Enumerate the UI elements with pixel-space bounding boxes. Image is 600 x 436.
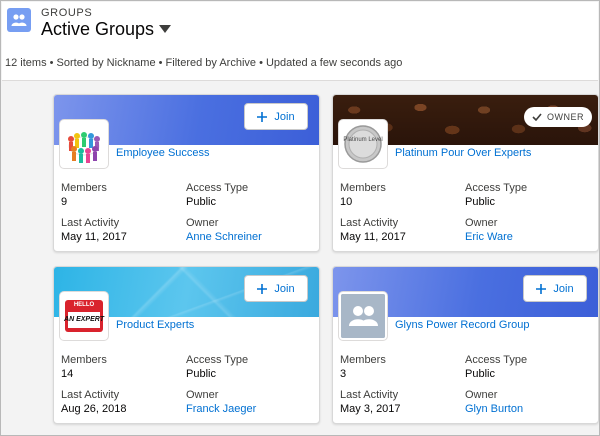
last-activity-label: Last Activity (61, 217, 120, 229)
add-icon (257, 111, 268, 122)
last-activity-value: Aug 26, 2018 (61, 403, 127, 415)
owner-label: Owner (186, 389, 219, 401)
group-name-link[interactable]: Platinum Pour Over Experts (395, 147, 531, 159)
owner-badge-label: OWNER (547, 112, 584, 122)
members-label: Members (61, 182, 107, 194)
group-card: OWNER Platinum Level Platinum Pour Over … (332, 94, 599, 252)
caret-down-icon (159, 25, 171, 33)
owner-link[interactable]: Franck Jaeger (186, 403, 256, 415)
group-avatar[interactable]: Platinum Level (339, 120, 387, 168)
group-name-link[interactable]: Glyns Power Record Group (395, 319, 530, 331)
list-view-switcher[interactable] (158, 22, 172, 36)
group-avatar[interactable]: HELLO AN EXPERT (60, 292, 108, 340)
access-type-label: Access Type (465, 354, 528, 366)
join-label: Join (553, 282, 574, 295)
join-button[interactable]: Join (523, 275, 587, 302)
list-view-title: Active Groups (41, 19, 155, 39)
members-value: 9 (61, 196, 68, 208)
group-card: Join Glyns Power Record Group Members 3 … (332, 266, 599, 424)
object-label: GROUPS (41, 7, 93, 19)
members-label: Members (340, 182, 386, 194)
members-value: 3 (340, 368, 347, 380)
owner-link[interactable]: Eric Ware (465, 231, 513, 243)
members-value: 10 (340, 196, 353, 208)
join-button[interactable]: Join (244, 103, 308, 130)
last-activity-value: May 11, 2017 (340, 231, 406, 243)
access-type-value: Public (465, 368, 495, 380)
owner-label: Owner (186, 217, 219, 229)
last-activity-label: Last Activity (340, 217, 399, 229)
last-activity-label: Last Activity (340, 389, 399, 401)
last-activity-label: Last Activity (61, 389, 120, 401)
access-type-value: Public (465, 196, 495, 208)
members-value: 14 (61, 368, 74, 380)
join-label: Join (274, 110, 295, 123)
access-type-label: Access Type (465, 182, 528, 194)
owner-label: Owner (465, 389, 498, 401)
group-card: Join HELLO AN EXPERT Product Experts Mem… (53, 266, 320, 424)
members-label: Members (340, 354, 386, 366)
last-activity-value: May 11, 2017 (61, 231, 127, 243)
check-icon (532, 113, 542, 121)
members-label: Members (61, 354, 107, 366)
owner-link[interactable]: Anne Schreiner (186, 231, 262, 243)
group-name-link[interactable]: Product Experts (116, 319, 194, 331)
owner-label: Owner (465, 217, 498, 229)
owner-link[interactable]: Glyn Burton (465, 403, 523, 415)
app-frame: GROUPS Active Groups 12 items • Sorted b… (0, 0, 600, 436)
hello-text: HELLO (73, 302, 95, 308)
last-activity-value: May 3, 2017 (340, 403, 401, 415)
groups-icon (7, 8, 31, 32)
platinum-level-medal-image (341, 122, 385, 166)
add-icon (257, 283, 268, 294)
owner-badge: OWNER (524, 107, 592, 127)
access-type-label: Access Type (186, 354, 249, 366)
people-circle-image (62, 122, 106, 166)
group-people-icon (341, 294, 385, 338)
group-avatar[interactable] (339, 292, 387, 340)
name-tag-text: AN EXPERT (64, 316, 104, 323)
group-name-link[interactable]: Employee Success (116, 147, 210, 159)
group-avatar[interactable] (60, 120, 108, 168)
join-label: Join (274, 282, 295, 295)
access-type-label: Access Type (186, 182, 249, 194)
list-view-header: GROUPS Active Groups 12 items • Sorted b… (2, 2, 598, 81)
access-type-value: Public (186, 196, 216, 208)
join-button[interactable]: Join (244, 275, 308, 302)
list-view-meta: 12 items • Sorted by Nickname • Filtered… (5, 57, 403, 69)
access-type-value: Public (186, 368, 216, 380)
medal-text: Platinum Level (343, 137, 383, 143)
add-icon (536, 283, 547, 294)
group-card: Join Employee Success Members 9 Access T… (53, 94, 320, 252)
